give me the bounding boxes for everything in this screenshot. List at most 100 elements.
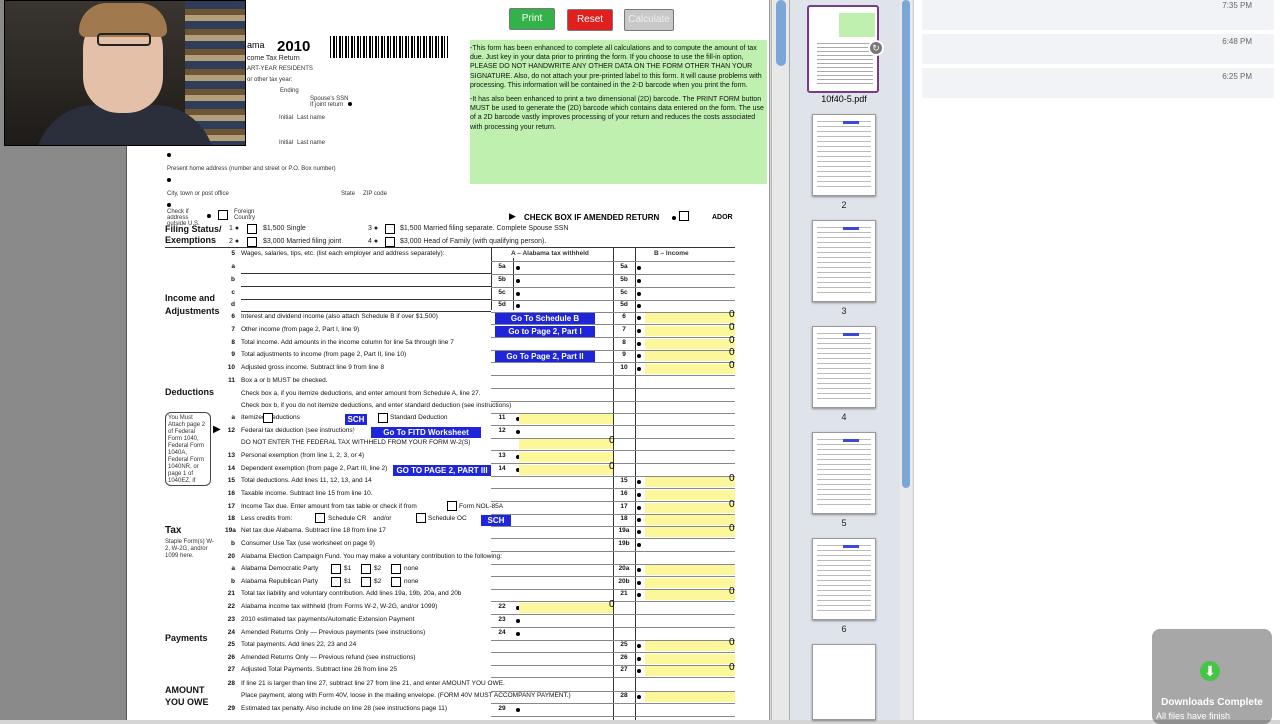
blue-link-button-sch-a[interactable]: SCH A <box>345 414 367 435</box>
calculate-button[interactable]: Calculate <box>624 9 674 31</box>
amount-field[interactable] <box>645 364 735 374</box>
election-none-checkbox[interactable] <box>391 564 401 574</box>
thumb-mini-notice <box>839 13 875 37</box>
line-text: Place payment, along with Form 40V, loos… <box>241 692 571 699</box>
line-number: 26 <box>227 654 235 661</box>
schedule-oc-checkbox[interactable] <box>416 513 426 523</box>
thumbnail-page-4[interactable] <box>812 326 876 408</box>
document-scrollbar[interactable] <box>771 0 789 720</box>
rotate-icon[interactable]: ↻ <box>868 40 884 56</box>
thumbnail-page-3[interactable] <box>812 220 876 302</box>
thumbnail-page-number: 6 <box>841 624 847 634</box>
amount-field[interactable] <box>645 578 735 588</box>
download-row[interactable]: 6:48 PM <box>922 34 1274 64</box>
blue-link-button-page2-part1[interactable]: Go to Page 2, Part I <box>495 326 595 337</box>
filing-separate-label: $1,500 Married filing separate. Complete… <box>400 225 569 232</box>
input-underline[interactable] <box>241 311 491 312</box>
election-2-checkbox[interactable] <box>361 564 371 574</box>
input-underline[interactable] <box>241 273 491 274</box>
thumb-mini-line <box>817 363 871 364</box>
deduction-field[interactable] <box>519 465 613 475</box>
amount-field[interactable] <box>645 503 735 513</box>
amount-field[interactable] <box>645 565 735 575</box>
schedule-cr-checkbox[interactable] <box>315 513 325 523</box>
thumb-mini-line <box>817 605 871 606</box>
amount-field[interactable] <box>645 351 735 361</box>
thumb-mini-line <box>817 388 871 389</box>
election-2-checkbox[interactable] <box>361 577 371 587</box>
mid-line-number: 12 <box>498 427 506 434</box>
thumb-mini-line <box>817 469 871 470</box>
thumbnail-page-7[interactable] <box>812 644 876 720</box>
input-underline[interactable] <box>241 286 491 287</box>
blue-link-button-page2-part3[interactable]: GO TO PAGE 2, PART III <box>393 465 491 476</box>
deduction-value: 0 <box>609 599 615 610</box>
thumbnail-page-6[interactable] <box>812 538 876 620</box>
section-tax: Tax <box>165 525 182 536</box>
download-row[interactable]: 7:35 PM <box>922 0 1274 30</box>
amount-field[interactable] <box>645 590 735 600</box>
filing-joint-checkbox[interactable] <box>247 237 257 247</box>
blue-link-button-sched-b[interactable]: Go To Schedule B <box>495 313 595 324</box>
amended-return-checkbox[interactable] <box>679 211 689 221</box>
election-none-checkbox[interactable] <box>391 577 401 587</box>
thumbnail-page-5[interactable] <box>812 432 876 514</box>
downloads-complete-toast[interactable]: ⬇ Downloads Complete All files have fini… <box>1152 629 1272 724</box>
field-dot <box>637 342 641 346</box>
scroll-thumb[interactable] <box>776 0 786 66</box>
section-income: Income and Adjustments <box>165 293 220 316</box>
filing-separate-checkbox[interactable] <box>385 224 395 234</box>
amount-field[interactable] <box>645 666 735 676</box>
blue-link-button-sch-oc[interactable]: SCH OC <box>481 515 511 536</box>
amount-field[interactable] <box>645 527 735 537</box>
amount-field[interactable] <box>645 313 735 323</box>
input-underline[interactable] <box>241 299 491 300</box>
print-button[interactable]: Print <box>509 8 555 30</box>
form-subtitle: come Tax Return <box>247 55 300 62</box>
amount-field[interactable] <box>645 654 735 664</box>
schedule-cr-label: Schedule CR <box>328 515 367 522</box>
thumbnail-scrollbar[interactable] <box>900 0 912 720</box>
reset-button[interactable]: Reset <box>567 9 613 31</box>
blue-link-button-fitd[interactable]: Go To FITD Worksheet <box>371 427 481 438</box>
scroll-thumb[interactable] <box>902 0 910 488</box>
nol-checkbox[interactable] <box>447 501 457 511</box>
amount-field[interactable] <box>645 477 735 487</box>
line-text: Total payments. Add lines 22, 23 and 24 <box>241 641 357 648</box>
rule <box>635 248 636 720</box>
deduction-field[interactable] <box>519 452 613 462</box>
deduction-field[interactable] <box>519 439 613 449</box>
line-number: 29 <box>227 705 235 712</box>
thumbnail-page-2[interactable] <box>812 114 876 196</box>
amount-field[interactable] <box>645 339 735 349</box>
right-line-number: 20b <box>618 578 630 585</box>
amount-field[interactable] <box>645 326 735 336</box>
standard-deduction-checkbox[interactable] <box>378 413 388 423</box>
outside-us-checkbox[interactable] <box>218 210 228 220</box>
field-dot <box>637 316 641 320</box>
blue-link-button-page2-part2[interactable]: Go To Page 2, Part II <box>495 351 595 362</box>
filing-single-checkbox[interactable] <box>247 224 257 234</box>
attach-note: You Must Attach page 2 of Federal Form 1… <box>165 412 211 486</box>
line-number: 28 <box>227 680 235 687</box>
filing-head-checkbox[interactable] <box>385 237 395 247</box>
right-line-number: 9 <box>622 351 626 358</box>
amount-field[interactable] <box>645 490 735 500</box>
election-1-checkbox[interactable] <box>331 577 341 587</box>
amount-field[interactable] <box>645 515 735 525</box>
line-text: Estimated tax penalty. Also include on l… <box>241 705 448 712</box>
amount-field[interactable] <box>645 692 735 702</box>
download-row[interactable]: 6:25 PM <box>922 68 1274 98</box>
deduction-value: 0 <box>609 435 615 446</box>
label-ending: Ending <box>280 88 299 94</box>
right-line-number: 18 <box>620 515 628 522</box>
line-text: Alabama Republican Party <box>241 578 318 585</box>
deduction-field[interactable] <box>519 414 613 424</box>
label-initial: Initial <box>279 115 294 121</box>
thumb-mini-line <box>817 338 871 339</box>
deduction-field[interactable] <box>519 603 613 613</box>
downloads-window: 7:35 PM 6:48 PM 6:25 PM <box>913 0 1280 720</box>
amount-field[interactable] <box>645 641 735 651</box>
itemized-checkbox[interactable] <box>263 413 273 423</box>
election-1-checkbox[interactable] <box>331 564 341 574</box>
